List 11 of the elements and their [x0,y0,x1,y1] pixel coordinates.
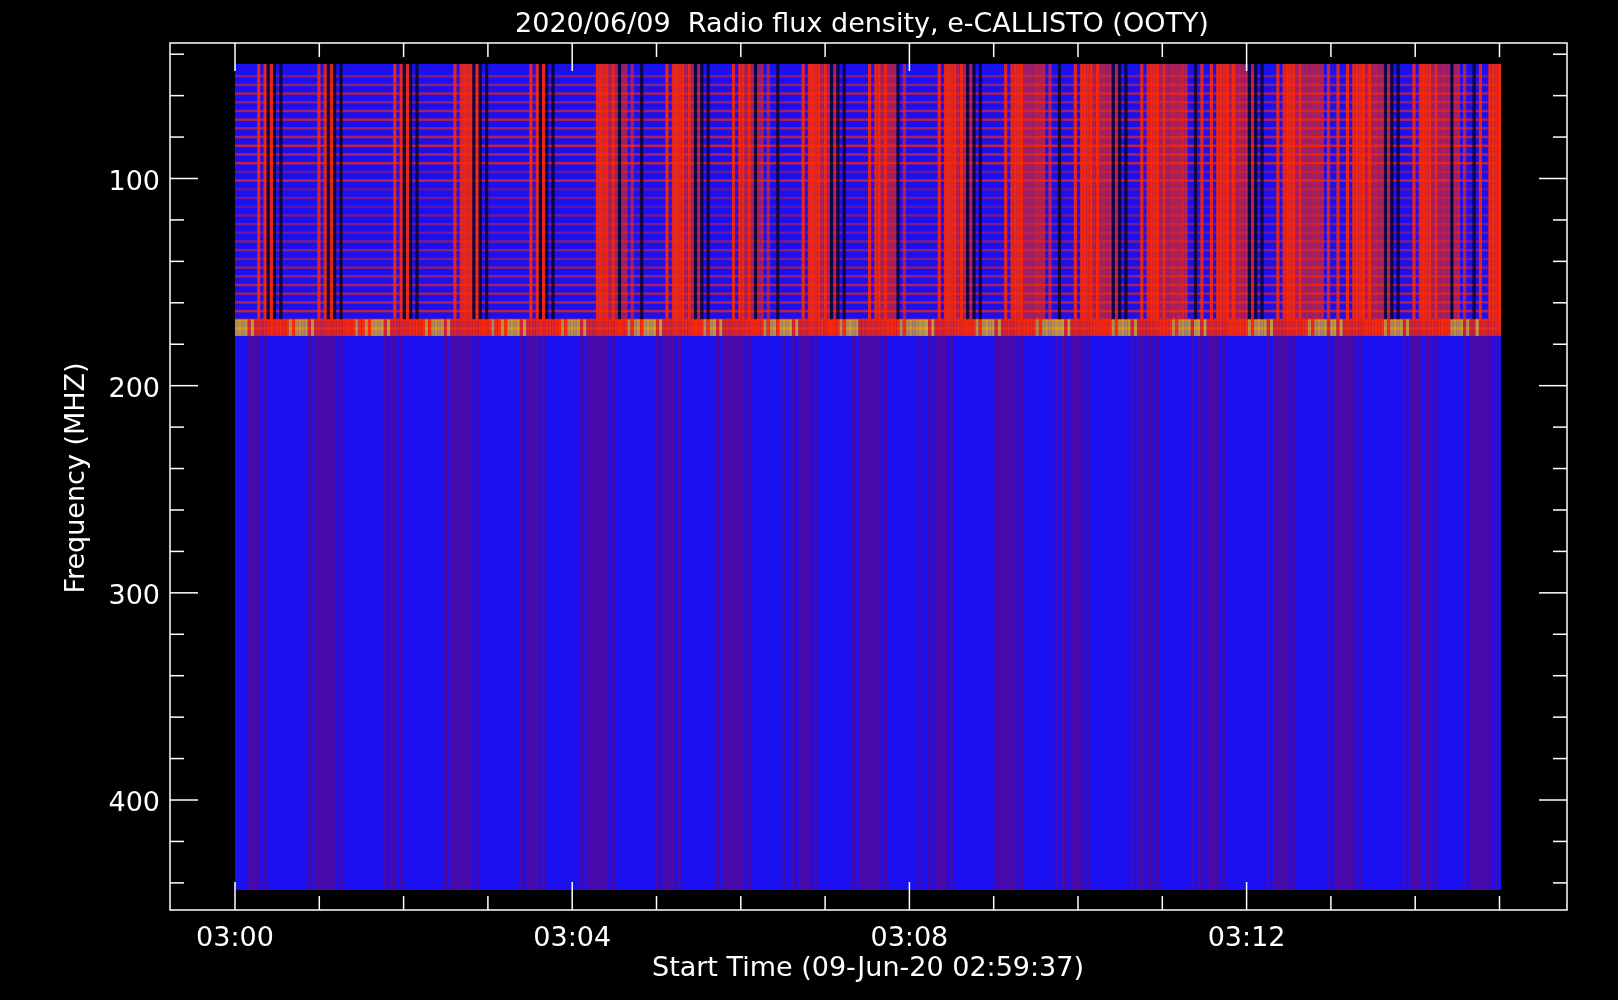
chart-title: 2020/06/09 Radio flux density, e-CALLISTO (OOTY) [515,7,1209,38]
x-tick-label: 03:12 [1207,921,1286,952]
x-axis-label: Start Time (09-Jun-20 02:59:37) [652,951,1084,982]
y-tick-label: 300 [108,578,160,610]
y-tick-label: 100 [108,164,160,196]
x-tick-label: 03:08 [870,921,949,952]
y-tick-label: 200 [108,371,160,403]
y-axis-label: Frequency (MHZ) [59,362,90,594]
x-tick-label: 03:04 [533,921,612,952]
y-tick-label: 400 [108,786,160,817]
x-tick-label: 03:00 [196,921,274,952]
